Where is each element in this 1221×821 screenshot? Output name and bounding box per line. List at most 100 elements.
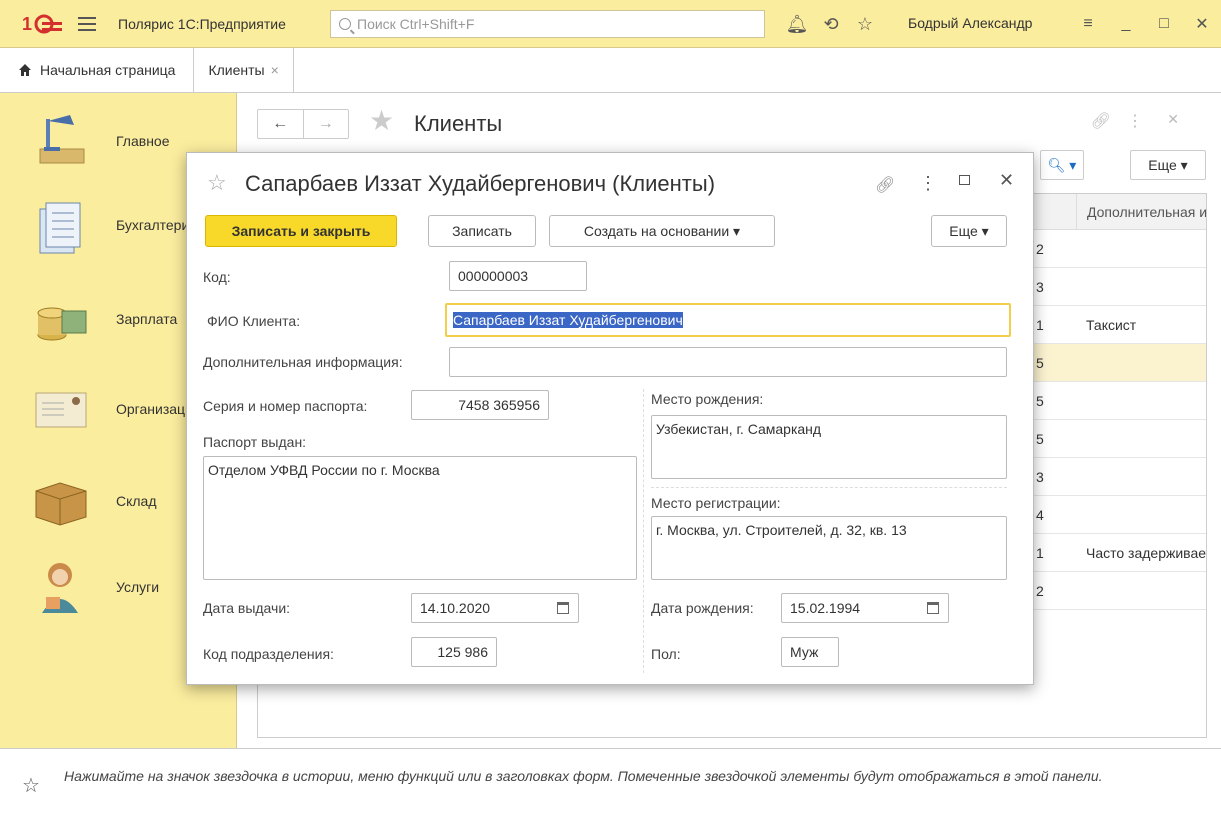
nav-arrows: ← → — [257, 109, 349, 139]
sex-label: Пол: — [651, 646, 681, 662]
passport-issued-field[interactable]: Отделом УФВД России по г. Москва — [203, 456, 637, 580]
calendar-icon[interactable] — [927, 602, 939, 614]
search-placeholder: Поиск Ctrl+Shift+F — [357, 16, 475, 32]
issue-date-label: Дата выдачи: — [203, 600, 291, 616]
link-icon[interactable]: 🔗︎ — [875, 175, 895, 195]
search-icon — [339, 18, 351, 30]
search-input[interactable]: Поиск Ctrl+Shift+F — [330, 10, 765, 38]
history-icon[interactable]: ⟲ — [814, 14, 848, 35]
passport-label: Серия и номер паспорта: — [203, 398, 368, 414]
sidebar-item-label: Склад — [116, 493, 157, 509]
save-and-close-button[interactable]: Записать и закрыть — [205, 215, 397, 247]
documents-icon — [39, 202, 81, 254]
cell: 2 — [1036, 241, 1044, 257]
box-icon — [35, 482, 87, 526]
sidebar-item-label: Зарплата — [116, 311, 178, 327]
cell: 5 — [1036, 431, 1044, 447]
create-based-on-label: Создать на основании — [583, 223, 730, 239]
division-code-label: Код подразделения: — [203, 646, 334, 662]
cell: 4 — [1036, 507, 1044, 523]
operator-icon — [42, 563, 78, 613]
cell: 2 — [1036, 583, 1044, 599]
minimize-icon[interactable]: _ — [1107, 15, 1145, 33]
cell: 3 — [1036, 279, 1044, 295]
birth-date-value: 15.02.1994 — [790, 600, 861, 616]
tab-close-icon[interactable]: × — [271, 62, 279, 78]
back-arrow-icon[interactable]: ← — [258, 110, 304, 138]
code-label: Код: — [203, 269, 231, 285]
tab-clients[interactable]: Клиенты × — [194, 48, 294, 92]
calendar-icon[interactable] — [557, 602, 569, 614]
svg-text:1: 1 — [22, 14, 32, 34]
more-button-label: Еще — [1148, 157, 1177, 173]
search-dropdown-button[interactable]: 🔍︎ ▾ — [1040, 150, 1084, 180]
column-divider — [643, 389, 644, 673]
birthplace-field[interactable]: Узбекистан, г. Самарканд — [651, 415, 1007, 479]
birth-date-field[interactable]: 15.02.1994 — [781, 593, 949, 623]
cell: Часто задерживает — [1086, 545, 1206, 561]
more-button-label: Еще — [949, 223, 978, 239]
1c-logo[interactable]: 1 — [22, 13, 64, 35]
create-based-on-button[interactable]: Создать на основании ▾ — [549, 215, 775, 247]
favorite-star-icon[interactable]: ☆ — [207, 170, 227, 196]
passport-field[interactable]: 7458 365956 — [411, 390, 549, 420]
forward-arrow-icon[interactable]: → — [304, 110, 349, 138]
fio-field[interactable]: Сапарбаев Иззат Худайбергенович — [445, 303, 1011, 337]
link-icon[interactable]: 🔗︎ — [1091, 111, 1111, 131]
favorites-hint: Нажимайте на значок звездочка в истории,… — [64, 768, 1103, 784]
sidebar-item-label: Услуги — [116, 579, 160, 595]
cell: 1 — [1036, 545, 1044, 561]
birthplace-label: Место рождения: — [651, 391, 764, 407]
tab-bar: Начальная страница Клиенты × — [0, 48, 1221, 93]
sidebar-item-label: Главное — [116, 133, 170, 149]
more-vertical-icon[interactable]: ⋮ — [919, 173, 937, 194]
maximize-icon[interactable]: □ — [1145, 15, 1183, 33]
sidebar-item-label: Бухгалтерия — [116, 217, 197, 233]
issue-date-value: 14.10.2020 — [420, 600, 491, 616]
top-bar: 1 Полярис 1С:Предприятие Поиск Ctrl+Shif… — [0, 0, 1221, 48]
cell: 1 — [1036, 317, 1044, 333]
bell-icon[interactable]: 🔔︎ — [780, 14, 814, 35]
fio-label: ФИО Клиента: — [207, 313, 301, 329]
fio-value: Сапарбаев Иззат Худайбергенович — [453, 312, 683, 328]
desk-lamp-icon — [39, 115, 85, 164]
favorite-star-icon[interactable]: ★ — [369, 107, 394, 135]
cell: Таксист — [1086, 317, 1137, 333]
home-icon — [19, 64, 31, 76]
favorites-star-icon[interactable]: ☆ — [848, 14, 882, 35]
tab-home-label: Начальная страница — [40, 62, 176, 78]
user-name[interactable]: Бодрый Александр — [908, 15, 1032, 31]
issue-date-field[interactable]: 14.10.2020 — [411, 593, 579, 623]
star-outline-icon: ☆ — [22, 775, 40, 797]
column-header-additional[interactable]: Дополнительная информация — [1076, 194, 1206, 230]
cell: 3 — [1036, 469, 1044, 485]
birth-date-label: Дата рождения: — [651, 600, 754, 616]
more-vertical-icon[interactable]: ⋮ — [1127, 111, 1143, 131]
client-form-dialog: ☆ Сапарбаев Иззат Худайбергенович (Клиен… — [186, 152, 1034, 685]
page-title: Клиенты — [414, 111, 503, 136]
maximize-icon[interactable] — [959, 175, 970, 185]
coins-icon — [37, 307, 87, 341]
close-icon[interactable]: ✕ — [1167, 111, 1179, 128]
section-divider — [651, 487, 1007, 488]
menu-icon[interactable] — [78, 16, 96, 31]
close-icon[interactable]: ✕ — [999, 170, 1014, 191]
code-field[interactable]: 000000003 — [449, 261, 587, 291]
settings-menu-icon[interactable]: ≡ — [1069, 15, 1107, 33]
save-button[interactable]: Записать — [428, 215, 536, 247]
passport-issued-label: Паспорт выдан: — [203, 434, 307, 450]
close-icon[interactable]: ✕ — [1183, 14, 1221, 34]
division-code-field[interactable]: 125 986 — [411, 637, 497, 667]
additional-info-field[interactable] — [449, 347, 1007, 377]
additional-info-label: Дополнительная информация: — [203, 354, 403, 370]
tab-clients-label: Клиенты — [208, 62, 265, 78]
app-title: Полярис 1С:Предприятие — [118, 15, 286, 32]
sex-field[interactable]: Муж — [781, 637, 839, 667]
id-card-icon — [35, 392, 87, 428]
cell: 5 — [1036, 355, 1044, 371]
more-button[interactable]: Еще ▾ — [1130, 150, 1206, 180]
tab-home[interactable]: Начальная страница — [0, 48, 195, 92]
registration-field[interactable]: г. Москва, ул. Строителей, д. 32, кв. 13 — [651, 516, 1007, 580]
more-button[interactable]: Еще ▾ — [931, 215, 1007, 247]
search-icon: 🔍︎ ▾ — [1047, 157, 1077, 173]
